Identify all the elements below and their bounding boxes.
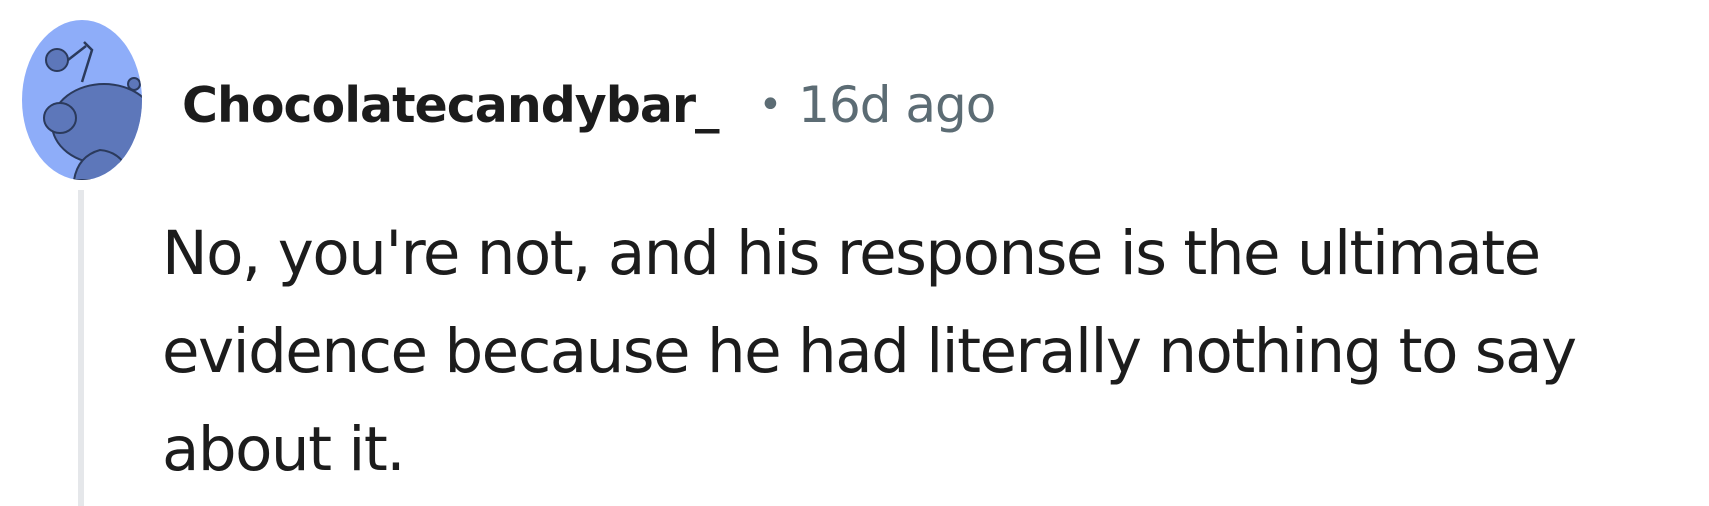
comment-header: Chocolatecandybar_ • 16d ago: [182, 70, 996, 140]
reddit-snoo-avatar-icon: [22, 20, 142, 180]
comment: Chocolatecandybar_ • 16d ago No, you're …: [0, 0, 1709, 506]
user-avatar[interactable]: [22, 20, 142, 180]
meta-separator: •: [758, 82, 783, 128]
thread-line[interactable]: [78, 190, 84, 506]
username-link[interactable]: Chocolatecandybar_: [182, 77, 720, 134]
comment-body: No, you're not, and his response is the …: [162, 218, 1577, 485]
comment-timestamp[interactable]: 16d ago: [798, 76, 996, 134]
